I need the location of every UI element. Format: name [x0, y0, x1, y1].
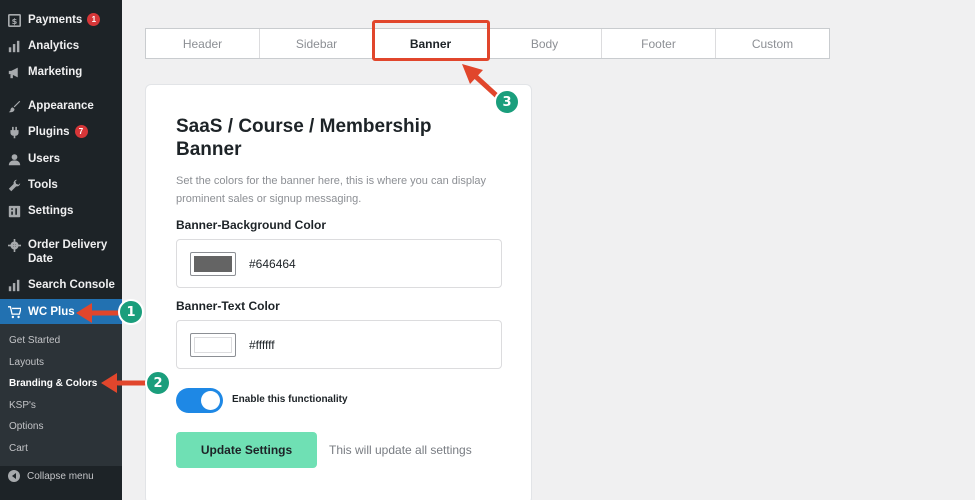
- submenu-item-branding-colors[interactable]: Branding & Colors: [9, 378, 97, 389]
- sidebar-item-label: Tools: [28, 179, 58, 191]
- sidebar-item-settings[interactable]: Settings: [0, 204, 122, 218]
- sidebar-item-search-console[interactable]: Search Console: [0, 278, 122, 292]
- wc-plus-submenu: Get Started Layouts Branding & Colors KS…: [0, 324, 122, 466]
- gear-icon: [7, 238, 21, 252]
- sidebar-item-marketing[interactable]: Marketing: [0, 65, 122, 79]
- submenu-item-layouts[interactable]: Layouts: [9, 357, 44, 368]
- annotation-step-1: 1: [118, 299, 144, 325]
- notification-badge: 7: [74, 125, 88, 138]
- sidebar-item-order-delivery-date[interactable]: Order Delivery Date: [0, 238, 122, 266]
- sidebar-item-analytics[interactable]: Analytics: [0, 39, 122, 53]
- color-swatch-button[interactable]: [190, 251, 236, 276]
- banner-text-color-field[interactable]: #ffffff: [176, 320, 502, 369]
- sidebar-item-label: Analytics: [28, 40, 80, 52]
- tab-sidebar[interactable]: Sidebar: [260, 29, 374, 58]
- card-title: SaaS / Course / Membership Banner: [176, 116, 432, 160]
- megaphone-icon: [7, 65, 21, 79]
- sidebar-item-label: WC Plus: [28, 306, 75, 318]
- sidebar-item-label: Marketing: [28, 66, 83, 78]
- tab-body[interactable]: Body: [488, 29, 602, 58]
- tab-footer[interactable]: Footer: [602, 29, 716, 58]
- sidebar-item-wc-plus[interactable]: WC Plus: [0, 305, 122, 319]
- sidebar-item-label: Users: [28, 153, 60, 165]
- user-icon: [7, 152, 21, 166]
- submenu-item-get-started[interactable]: Get Started: [9, 335, 60, 346]
- sidebar-item-payments[interactable]: $ Payments 1: [0, 13, 122, 27]
- color-hex-value: #ffffff: [249, 337, 275, 352]
- color-swatch: [194, 255, 232, 272]
- color-hex-value: #646464: [249, 256, 296, 271]
- paintbrush-icon: [7, 99, 21, 113]
- color-swatch-button[interactable]: [190, 332, 236, 357]
- notification-badge: 1: [87, 13, 101, 26]
- banner-text-color-label: Banner-Text Color: [176, 299, 280, 313]
- banner-settings-card: SaaS / Course / Membership Banner Set th…: [145, 84, 532, 500]
- card-description: Set the colors for the banner here, this…: [176, 175, 487, 205]
- collapse-menu-button[interactable]: Collapse menu: [0, 470, 122, 482]
- payments-icon: $: [7, 13, 21, 27]
- update-settings-button[interactable]: Update Settings: [176, 432, 317, 468]
- sidebar-item-label: Order Delivery Date: [28, 239, 108, 265]
- sidebar-item-users[interactable]: Users: [0, 152, 122, 166]
- submenu-item-ksps[interactable]: KSP's: [9, 400, 36, 411]
- sidebar-item-label: Search Console: [28, 279, 115, 291]
- sidebar-item-label: Plugins: [28, 126, 70, 138]
- analytics-icon: [7, 39, 21, 53]
- tab-header[interactable]: Header: [146, 29, 260, 58]
- wrench-icon: [7, 178, 21, 192]
- banner-background-color-label: Banner-Background Color: [176, 218, 327, 232]
- admin-sidebar: $ Payments 1 Analytics Marketing Appeara…: [0, 0, 122, 500]
- sidebar-item-label: Settings: [28, 205, 74, 217]
- toggle-knob: [201, 391, 220, 410]
- submenu-item-options[interactable]: Options: [9, 421, 43, 432]
- settings-icon: [7, 204, 21, 218]
- submenu-item-cart[interactable]: Cart: [9, 443, 28, 454]
- sidebar-item-plugins[interactable]: Plugins 7: [0, 125, 122, 139]
- tab-custom[interactable]: Custom: [716, 29, 829, 58]
- plugin-icon: [7, 125, 21, 139]
- update-note: This will update all settings: [329, 443, 472, 457]
- annotation-step-3: 3: [494, 89, 520, 115]
- sidebar-item-label: Payments: [28, 14, 83, 26]
- sidebar-item-appearance[interactable]: Appearance: [0, 99, 122, 113]
- banner-background-color-field[interactable]: #646464: [176, 239, 502, 288]
- collapse-menu-label: Collapse menu: [27, 470, 94, 482]
- sidebar-item-tools[interactable]: Tools: [0, 178, 122, 192]
- collapse-arrow-icon: [8, 470, 20, 482]
- annotation-step-2: 2: [145, 370, 171, 396]
- annotation-arrowhead-3: [462, 64, 483, 84]
- enable-functionality-toggle[interactable]: [176, 388, 223, 413]
- annotation-highlight-box: [372, 20, 490, 61]
- sidebar-item-label: Appearance: [28, 100, 94, 112]
- toggle-label: Enable this functionality: [232, 394, 348, 405]
- analytics-icon: [7, 278, 21, 292]
- cart-icon: [7, 305, 21, 319]
- svg-text:$: $: [11, 15, 17, 25]
- color-swatch: [194, 336, 232, 353]
